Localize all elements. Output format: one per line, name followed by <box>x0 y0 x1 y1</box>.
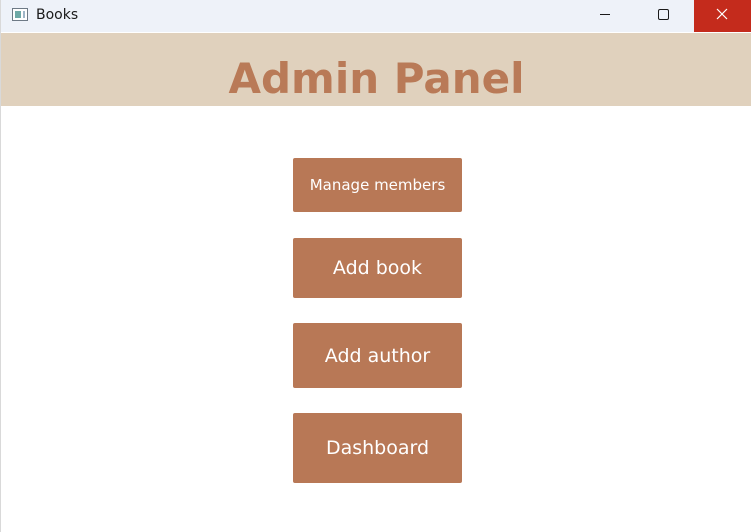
add-author-button[interactable]: Add author <box>293 323 462 388</box>
dashboard-button[interactable]: Dashboard <box>293 413 462 483</box>
close-icon <box>716 8 728 20</box>
app-icon <box>12 8 28 21</box>
app-window: Books Admin Panel Manage members Add boo… <box>0 0 751 532</box>
close-button[interactable] <box>694 0 751 32</box>
window-title: Books <box>36 7 79 23</box>
title-bar[interactable]: Books <box>1 0 751 32</box>
page-title: Admin Panel <box>228 54 525 103</box>
maximize-button[interactable] <box>634 0 692 32</box>
header-band: Admin Panel <box>1 33 751 106</box>
minimize-icon <box>600 14 610 15</box>
maximize-icon <box>658 9 669 20</box>
manage-members-button[interactable]: Manage members <box>293 158 462 212</box>
add-book-button[interactable]: Add book <box>293 238 462 298</box>
minimize-button[interactable] <box>576 0 634 32</box>
